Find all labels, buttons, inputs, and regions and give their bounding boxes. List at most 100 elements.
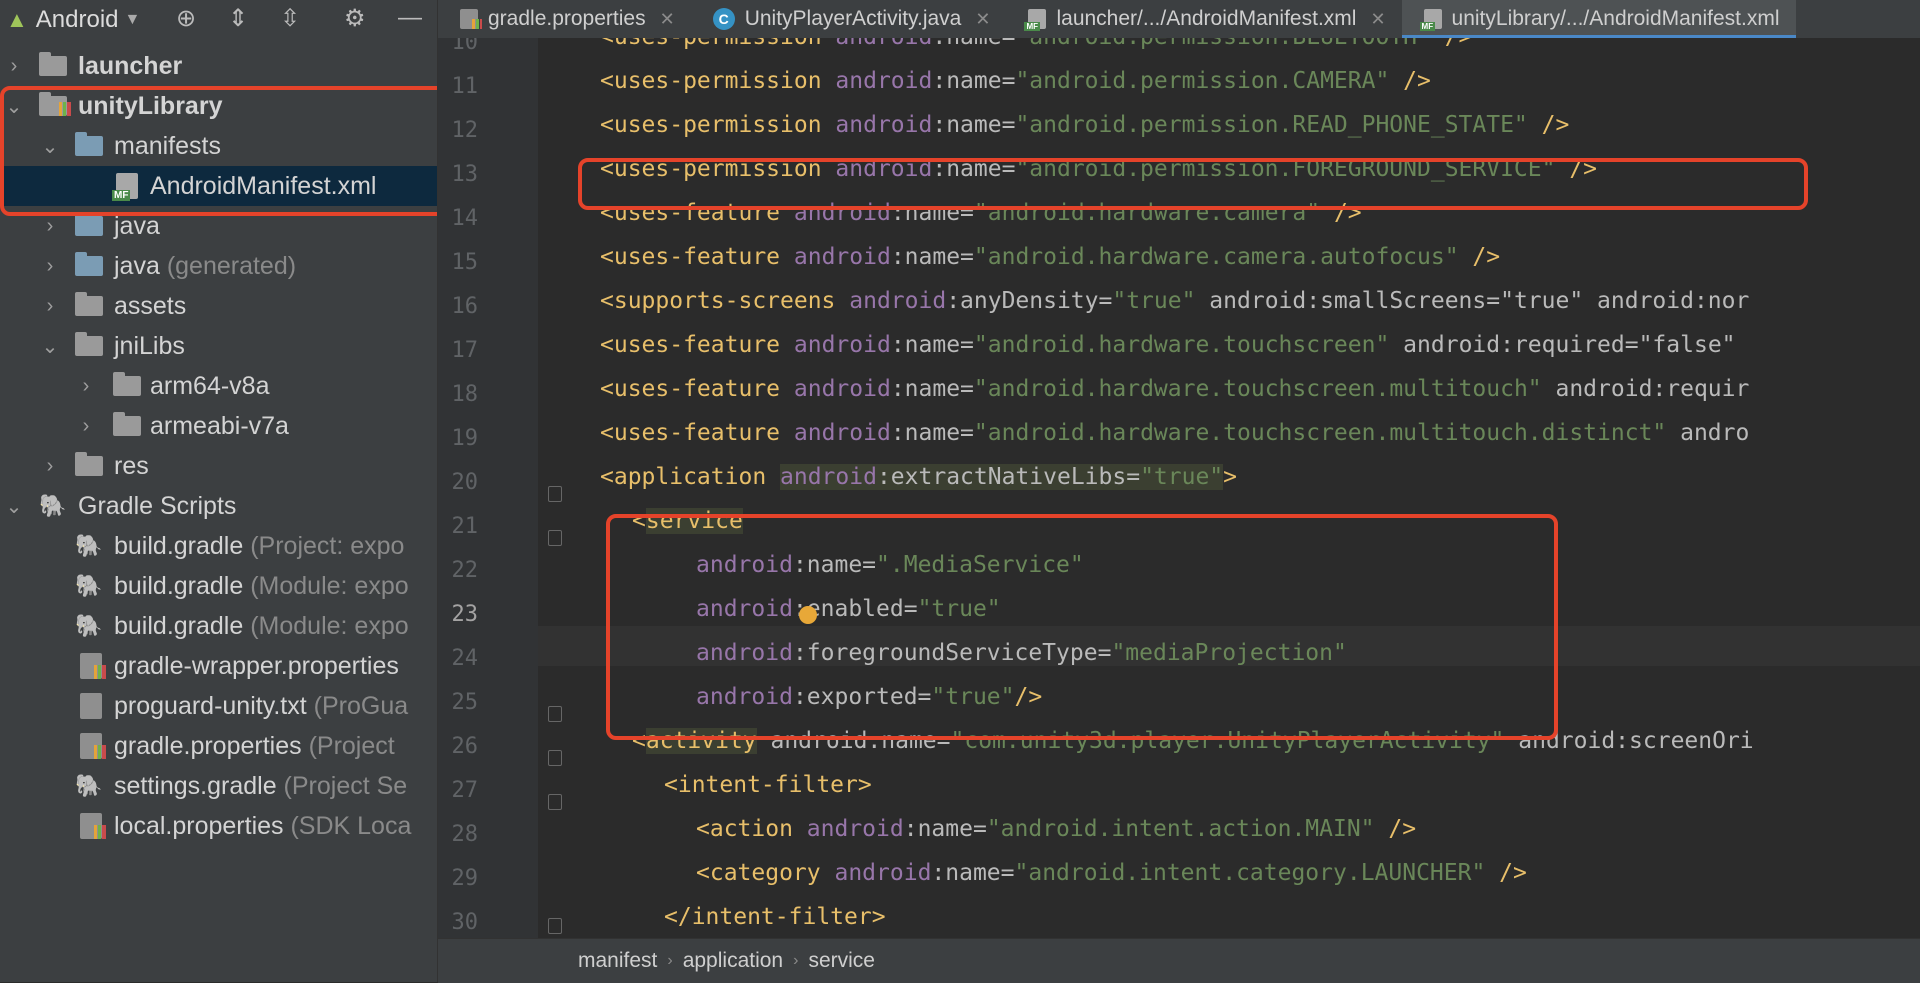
chevron-down-icon[interactable]: ⌄	[4, 494, 24, 519]
manifest-file-icon: MF	[112, 173, 142, 201]
tree-item-build-gradle-module-2[interactable]: 🐘 build.gradle (Module: expo	[0, 606, 437, 646]
line-number: 27	[451, 778, 479, 803]
folder-icon	[74, 212, 104, 239]
code-line: <action android:name="android.intent.act…	[696, 816, 1416, 842]
breadcrumb-item-application[interactable]: application	[673, 949, 793, 973]
fold-marker-icon[interactable]	[548, 750, 562, 766]
java-class-icon: C	[712, 8, 735, 30]
module-folder-icon	[38, 52, 68, 79]
breadcrumb: manifest › application › service	[438, 938, 1920, 983]
minimize-icon[interactable]: —	[398, 4, 422, 32]
tab-unitylibrary-manifest[interactable]: MF unityLibrary/.../AndroidManifest.xml	[1401, 0, 1796, 38]
chevron-down-icon[interactable]: ⌄	[4, 94, 24, 119]
fold-marker-icon[interactable]	[548, 486, 562, 502]
expand-all-icon[interactable]: ⇕	[228, 4, 248, 33]
fold-marker-icon[interactable]	[548, 530, 562, 546]
chevron-down-icon[interactable]: ⌄	[40, 334, 60, 359]
tree-item-unitylibrary[interactable]: ⌄ unityLibrary	[0, 86, 437, 126]
chevron-right-icon[interactable]: ›	[40, 255, 60, 278]
generated-folder-icon	[74, 252, 104, 279]
close-icon[interactable]: ✕	[660, 9, 675, 30]
code-editor[interactable]: 10<uses-permission android:name="android…	[438, 38, 1920, 938]
tree-item-gradle-wrapper[interactable]: gradle-wrapper.properties	[0, 646, 437, 686]
tree-item-armeabi[interactable]: › armeabi-v7a	[0, 406, 437, 446]
code-line: <service	[632, 508, 743, 534]
code-token: android	[835, 156, 933, 182]
tree-item-hint: (generated)	[159, 251, 297, 280]
tree-item-label: gradle-wrapper.properties	[114, 651, 399, 680]
tree-item-arm64[interactable]: › arm64-v8a	[0, 366, 437, 406]
tree-item-assets[interactable]: › assets	[0, 286, 437, 326]
code-token: "true"	[917, 596, 1001, 622]
code-token: android	[793, 200, 891, 226]
line-number: 29	[451, 866, 479, 891]
code-token: />	[1320, 200, 1362, 226]
chevron-right-icon[interactable]: ›	[40, 295, 60, 318]
project-toolbar: ▲ Android ▼ ⊕ ⇕ ⇳ ⚙ —	[0, 0, 437, 40]
code-token: <	[632, 508, 646, 534]
close-icon[interactable]: ✕	[975, 9, 990, 30]
tree-item-settings-gradle[interactable]: 🐘 settings.gradle (Project Se	[0, 766, 437, 806]
collapse-all-icon[interactable]: ⇳	[280, 4, 300, 33]
tree-item-androidmanifest[interactable]: MF AndroidManifest.xml	[0, 166, 437, 206]
fold-marker-icon[interactable]	[548, 918, 562, 934]
line-number: 12	[451, 118, 479, 143]
tree-item-hint: (SDK Loca	[283, 811, 412, 840]
breadcrumb-item-manifest[interactable]: manifest	[568, 949, 667, 973]
tree-item-gradle-scripts[interactable]: ⌄ 🐘 Gradle Scripts	[0, 486, 437, 526]
locate-icon[interactable]: ⊕	[176, 4, 196, 33]
chevron-right-icon[interactable]: ›	[76, 375, 96, 398]
tree-item-label: unityLibrary	[78, 91, 223, 120]
project-panel: ▲ Android ▼ ⊕ ⇕ ⇳ ⚙ — › launcher ⌄ unity…	[0, 0, 438, 982]
close-icon[interactable]: ✕	[1370, 9, 1385, 30]
tree-item-label: build.gradle	[114, 531, 244, 560]
tab-unityplayeractivity[interactable]: C UnityPlayerActivity.java ✕	[691, 0, 1007, 38]
tree-item-label: res	[114, 451, 149, 480]
tree-item-label: settings.gradle	[114, 771, 277, 800]
code-token: />	[1485, 860, 1527, 886]
code-line: <uses-feature android:name="android.hard…	[600, 200, 1362, 226]
line-number: 30	[451, 910, 479, 935]
chevron-right-icon[interactable]: ›	[40, 455, 60, 478]
code-line: <uses-feature android:name="android.hard…	[600, 332, 1736, 358]
tree-item-launcher[interactable]: › launcher	[0, 46, 437, 86]
fold-marker-icon[interactable]	[548, 794, 562, 810]
project-view-selector[interactable]: ▲ Android ▼	[6, 6, 140, 34]
gradle-elephant-icon: 🐘	[75, 533, 103, 558]
tree-item-label: Gradle Scripts	[78, 491, 237, 520]
fold-marker-icon[interactable]	[548, 706, 562, 722]
tree-item-java-generated[interactable]: › java (generated)	[0, 246, 437, 286]
resource-folder-icon	[74, 292, 104, 319]
code-token: :name=	[890, 376, 974, 402]
code-token: "android.intent.action.MAIN"	[986, 816, 1375, 842]
code-token: ".MediaService"	[876, 552, 1084, 578]
tab-label: unityLibrary/.../AndroidManifest.xml	[1451, 7, 1780, 30]
tree-item-build-gradle-module[interactable]: 🐘 build.gradle (Module: expo	[0, 566, 437, 606]
line-number: 20	[451, 470, 479, 495]
code-token: <application	[600, 464, 781, 490]
tab-launcher-manifest[interactable]: MF launcher/.../AndroidManifest.xml ✕	[1006, 0, 1401, 38]
tree-item-jnilibs[interactable]: ⌄ jniLibs	[0, 326, 437, 366]
breadcrumb-item-service[interactable]: service	[798, 949, 885, 973]
tree-item-gradle-properties[interactable]: gradle.properties (Project	[0, 726, 437, 766]
lightbulb-icon[interactable]	[799, 606, 817, 624]
chevron-right-icon[interactable]: ›	[76, 415, 96, 438]
code-line: </intent-filter>	[664, 904, 886, 930]
properties-file-icon	[76, 813, 106, 839]
properties-file-icon	[460, 9, 482, 29]
line-number: 14	[451, 206, 479, 231]
tab-gradle-properties[interactable]: gradle.properties ✕	[438, 0, 691, 38]
tree-item-java[interactable]: › java	[0, 206, 437, 246]
chevron-down-icon[interactable]: ⌄	[40, 134, 60, 159]
tree-item-label: local.properties	[114, 811, 284, 840]
chevron-right-icon[interactable]: ›	[4, 55, 24, 78]
gear-icon[interactable]: ⚙	[344, 4, 366, 33]
tree-item-proguard[interactable]: proguard-unity.txt (ProGua	[0, 686, 437, 726]
code-token: android	[835, 112, 933, 138]
tree-item-local-properties[interactable]: local.properties (SDK Loca	[0, 806, 437, 846]
tree-item-build-gradle-project[interactable]: 🐘 build.gradle (Project: expo	[0, 526, 437, 566]
tree-item-manifests[interactable]: ⌄ manifests	[0, 126, 437, 166]
code-token: "android.hardware.camera"	[973, 200, 1321, 226]
tree-item-res[interactable]: › res	[0, 446, 437, 486]
chevron-right-icon[interactable]: ›	[40, 215, 60, 238]
